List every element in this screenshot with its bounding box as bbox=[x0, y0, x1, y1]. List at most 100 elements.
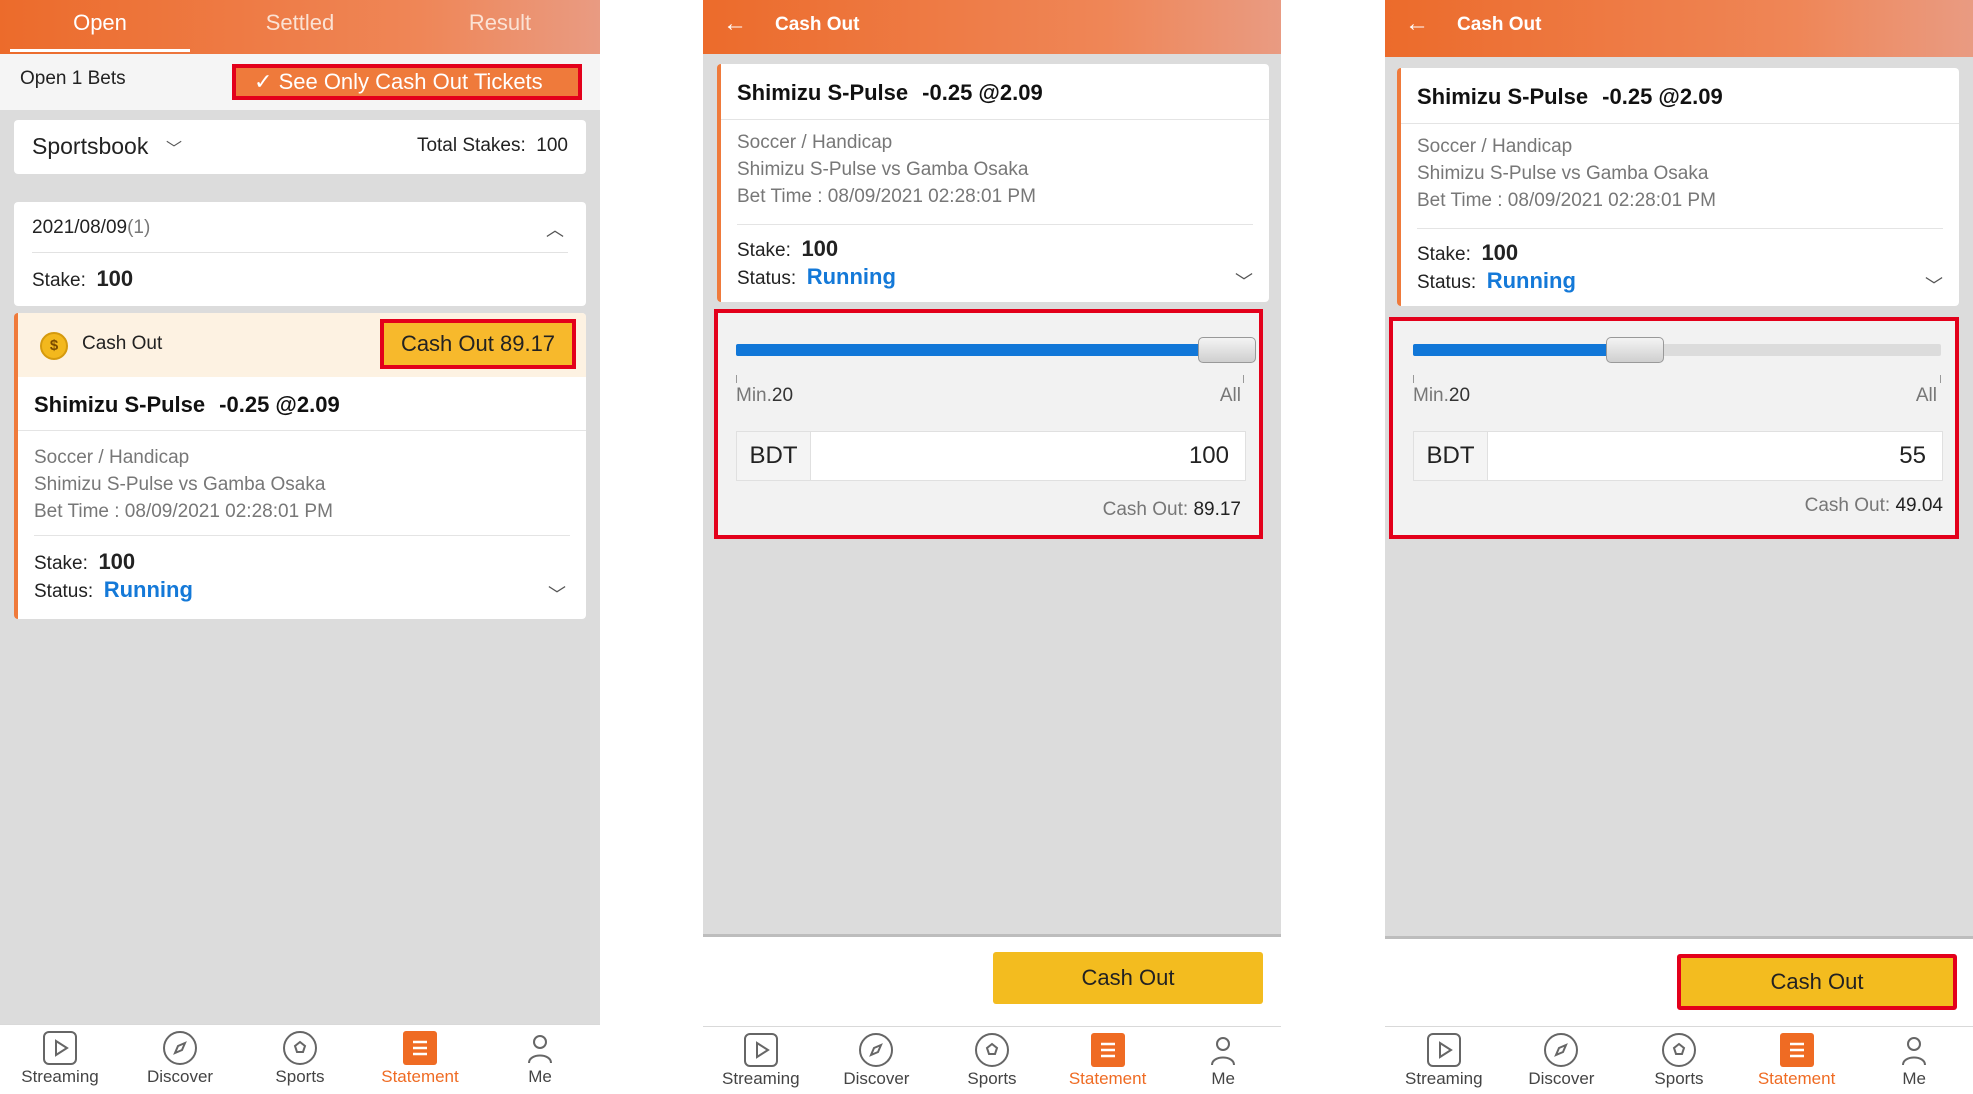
amount-slider-thumb[interactable] bbox=[1606, 337, 1665, 363]
compass-icon bbox=[1544, 1033, 1579, 1067]
sportsbook-label: Sportsbook bbox=[32, 133, 149, 159]
cashout-button[interactable]: Cash Out 89.17 bbox=[380, 319, 576, 369]
min-label: Min.20 bbox=[1413, 385, 1471, 406]
amount-slider-track[interactable] bbox=[1413, 344, 1941, 356]
divider bbox=[18, 430, 586, 431]
total-stakes-value: 100 bbox=[536, 135, 568, 156]
amount-input[interactable] bbox=[1029, 432, 1229, 480]
bet-status: Status: Running bbox=[737, 264, 896, 289]
amount-input[interactable] bbox=[1726, 432, 1926, 480]
play-icon bbox=[43, 1031, 77, 1065]
amount-field[interactable]: BDT bbox=[736, 431, 1246, 481]
bet-selection: Shimizu S-Pulse -0.25 @2.09 bbox=[1417, 84, 1723, 109]
currency-label: BDT bbox=[1414, 432, 1488, 480]
cashout-summary: Cash Out: 89.17 bbox=[1102, 499, 1241, 520]
bottom-nav: Streaming Discover Sports Statement Me bbox=[0, 1024, 600, 1094]
bet-selection: Shimizu S-Pulse -0.25 @2.09 bbox=[34, 392, 340, 417]
nav-streaming[interactable]: Streaming bbox=[1385, 1027, 1503, 1094]
nav-discover[interactable]: Discover bbox=[1503, 1027, 1621, 1094]
min-value: 20 bbox=[1448, 385, 1471, 406]
cashout-only-filter[interactable]: ✓ See Only Cash Out Tickets bbox=[232, 64, 582, 100]
min-label: Min.20 bbox=[736, 385, 794, 406]
nav-streaming[interactable]: Streaming bbox=[703, 1027, 819, 1094]
nav-me[interactable]: Me bbox=[1855, 1027, 1973, 1094]
chevron-down-icon[interactable]: ﹀ bbox=[1925, 272, 1943, 298]
nav-sports[interactable]: Sports bbox=[1620, 1027, 1738, 1094]
bet-match: Shimizu S-Pulse vs Gamba Osaka bbox=[34, 474, 326, 495]
status-value: Running bbox=[1486, 268, 1576, 293]
back-arrow-icon[interactable]: ← bbox=[723, 10, 747, 38]
play-icon bbox=[743, 1033, 778, 1067]
chevron-down-icon[interactable]: ﹀ bbox=[1235, 268, 1253, 294]
page-title: Cash Out bbox=[1457, 14, 1542, 35]
amount-slider-fill bbox=[736, 344, 1244, 356]
header-bar: ← Cash Out bbox=[1385, 0, 1973, 57]
nav-statement[interactable]: Statement bbox=[1050, 1027, 1166, 1094]
nav-me[interactable]: Me bbox=[480, 1025, 600, 1094]
cashout-summary: Cash Out: 49.04 bbox=[1804, 495, 1943, 516]
all-label: All bbox=[1219, 385, 1241, 406]
tab-bar: Open Settled Result bbox=[0, 0, 600, 54]
cashout-value: 89.17 bbox=[1193, 499, 1241, 520]
amount-field[interactable]: BDT bbox=[1413, 431, 1943, 481]
cashout-amount-box: Min.20 All BDT Cash Out: 49.04 bbox=[1389, 317, 1959, 539]
nav-discover[interactable]: Discover bbox=[819, 1027, 935, 1094]
bet-card[interactable]: Shimizu S-Pulse -0.25 @2.09 Soccer / Hand… bbox=[717, 64, 1269, 302]
slider-tick bbox=[1940, 375, 1941, 383]
soccer-ball-icon bbox=[283, 1031, 317, 1065]
person-icon bbox=[1206, 1033, 1240, 1067]
check-icon: ✓ bbox=[254, 69, 273, 94]
confirm-cashout-button[interactable]: Cash Out bbox=[993, 952, 1263, 1004]
cashout-filter-label: See Only Cash Out Tickets bbox=[278, 69, 543, 94]
slider-tick bbox=[736, 375, 737, 383]
date-count: (1) bbox=[127, 217, 151, 238]
bet-market: Soccer / Handicap bbox=[1417, 136, 1573, 157]
tab-open[interactable]: Open bbox=[0, 0, 200, 54]
person-icon bbox=[1897, 1033, 1931, 1067]
slider-tick bbox=[1243, 375, 1244, 383]
open-bets-count: Open 1 Bets bbox=[20, 68, 126, 89]
footer-bar: Cash Out bbox=[1385, 936, 1973, 1026]
status-value: Running bbox=[806, 264, 896, 289]
date-group[interactable]: 2021/08/09(1) ︿ Stake: 100 bbox=[14, 202, 586, 306]
bet-card[interactable]: $ Cash Out Cash Out 89.17 Shimizu S-Puls… bbox=[14, 313, 586, 619]
soccer-ball-icon bbox=[974, 1033, 1009, 1067]
divider bbox=[721, 119, 1269, 120]
chevron-down-icon[interactable]: ﹀ bbox=[548, 581, 566, 607]
nav-statement[interactable]: Statement bbox=[360, 1025, 480, 1094]
chevron-up-icon[interactable]: ︿ bbox=[546, 216, 564, 242]
group-stake: Stake: 100 bbox=[32, 266, 134, 291]
nav-sports[interactable]: Sports bbox=[240, 1025, 360, 1094]
status-value: Running bbox=[103, 577, 193, 602]
bet-match: Shimizu S-Pulse vs Gamba Osaka bbox=[737, 159, 1029, 180]
nav-statement[interactable]: Statement bbox=[1738, 1027, 1856, 1094]
statement-icon bbox=[403, 1031, 437, 1065]
confirm-cashout-button[interactable]: Cash Out bbox=[1677, 954, 1957, 1010]
statement-icon bbox=[1090, 1033, 1125, 1067]
divider bbox=[32, 252, 568, 253]
min-value: 20 bbox=[771, 385, 794, 406]
bet-status: Status: Running bbox=[1417, 268, 1576, 293]
tab-result[interactable]: Result bbox=[400, 0, 600, 54]
nav-discover[interactable]: Discover bbox=[120, 1025, 240, 1094]
nav-me[interactable]: Me bbox=[1165, 1027, 1281, 1094]
sportsbook-selector[interactable]: Sportsbook ﹀ Total Stakes: 100 bbox=[14, 120, 586, 174]
page-title: Cash Out bbox=[775, 14, 860, 35]
bet-stake: Stake: 100 bbox=[34, 549, 136, 574]
bet-time: Bet Time : 08/09/2021 02:28:01 PM bbox=[737, 186, 1036, 207]
cashout-strip-label: Cash Out bbox=[82, 333, 163, 354]
bet-stake: Stake: 100 bbox=[1417, 240, 1519, 265]
back-arrow-icon[interactable]: ← bbox=[1405, 10, 1429, 38]
cashout-value: 49.04 bbox=[1895, 495, 1943, 516]
nav-streaming[interactable]: Streaming bbox=[0, 1025, 120, 1094]
header-bar: ← Cash Out bbox=[703, 0, 1281, 54]
statement-icon bbox=[1779, 1033, 1814, 1067]
bet-card[interactable]: Shimizu S-Pulse -0.25 @2.09 Soccer / Hand… bbox=[1397, 68, 1959, 306]
amount-slider-thumb[interactable] bbox=[1198, 337, 1256, 363]
person-icon bbox=[523, 1031, 557, 1065]
amount-slider-track[interactable] bbox=[736, 344, 1244, 356]
nav-sports[interactable]: Sports bbox=[934, 1027, 1050, 1094]
tab-settled[interactable]: Settled bbox=[200, 0, 400, 54]
bet-time: Bet Time : 08/09/2021 02:28:01 PM bbox=[1417, 190, 1716, 211]
all-label: All bbox=[1915, 385, 1937, 406]
